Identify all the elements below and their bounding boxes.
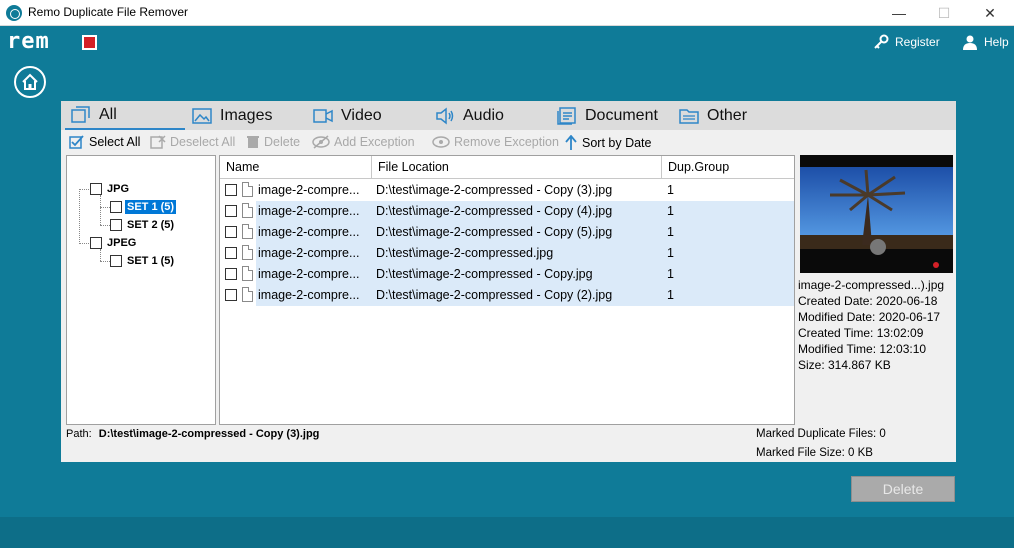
home-icon: [22, 73, 38, 90]
checkbox[interactable]: [110, 219, 122, 231]
tab-video-label: Video: [341, 106, 382, 124]
all-icon: [71, 105, 90, 123]
minimize-button[interactable]: —: [876, 0, 922, 26]
trash-icon: [247, 136, 259, 148]
path-bar: Path: D:\test\image-2-compressed - Copy …: [66, 428, 319, 440]
path-value: D:\test\image-2-compressed - Copy (3).jp…: [98, 428, 320, 440]
title-bar: Remo Duplicate File Remover — ☐ ✕: [0, 0, 1014, 26]
select-all-button[interactable]: Select All: [69, 135, 140, 149]
checkbox[interactable]: [90, 237, 102, 249]
tree-node-jpg-set-1[interactable]: SET 1 (5): [110, 200, 177, 214]
image-preview: [800, 155, 953, 273]
column-header-name[interactable]: Name: [220, 156, 372, 179]
row-checkbox[interactable]: [225, 205, 237, 217]
user-icon: [963, 35, 977, 50]
arrow-up-icon: [565, 135, 577, 150]
tab-all-label: All: [99, 105, 117, 123]
video-icon: [313, 108, 333, 123]
remo-logo: rem: [7, 29, 50, 54]
row-checkbox[interactable]: [225, 184, 237, 196]
table-row[interactable]: image-2-compre... D:\test\image-2-compre…: [220, 180, 794, 201]
tree-node-jpg[interactable]: JPG: [90, 182, 131, 196]
eye-off-icon: [312, 135, 330, 149]
logo-square-icon: [82, 35, 97, 50]
path-label: Path:: [66, 428, 92, 440]
checkbox[interactable]: [110, 201, 122, 213]
maximize-button[interactable]: ☐: [921, 0, 967, 26]
close-button[interactable]: ✕: [967, 0, 1013, 26]
table-row[interactable]: image-2-compre... D:\test\image-2-compre…: [220, 264, 794, 285]
tab-other-label: Other: [707, 106, 748, 124]
register-button[interactable]: Register: [873, 32, 940, 52]
register-label: Register: [895, 35, 940, 49]
checkbox[interactable]: [90, 183, 102, 195]
preview-modified-time: Modified Time: 12:03:10: [798, 342, 927, 356]
file-icon: [242, 266, 253, 281]
window-title: Remo Duplicate File Remover: [28, 5, 189, 19]
row-checkbox[interactable]: [225, 247, 237, 259]
table-row[interactable]: image-2-compre... D:\test\image-2-compre…: [220, 243, 794, 264]
table-row[interactable]: image-2-compre... D:\test\image-2-compre…: [220, 285, 794, 306]
marked-file-size: Marked File Size: 0 KB: [756, 447, 873, 459]
file-type-tree: JPG SET 1 (5) SET 2 (5) JPEG SET 1 (5): [66, 155, 216, 425]
tab-images-label: Images: [220, 106, 273, 124]
preview-modified-date: Modified Date: 2020-06-17: [798, 310, 941, 324]
main-panel: All Images Video Audio Document Other Se…: [61, 101, 956, 462]
sort-by-date-button[interactable]: Sort by Date: [564, 135, 651, 151]
tab-document[interactable]: Document: [557, 101, 658, 130]
help-label: Help: [984, 35, 1009, 49]
add-exception-button[interactable]: Add Exception: [312, 135, 415, 149]
key-icon: [874, 34, 889, 49]
column-header-location[interactable]: File Location: [372, 156, 662, 179]
tab-images[interactable]: Images: [192, 101, 272, 130]
tab-audio-label: Audio: [463, 106, 504, 124]
preview-created-date: Created Date: 2020-06-18: [798, 294, 938, 308]
table-row[interactable]: image-2-compre... D:\test\image-2-compre…: [220, 201, 794, 222]
file-icon: [242, 224, 253, 239]
tree-node-jpg-set-2[interactable]: SET 2 (5): [110, 218, 176, 232]
remove-exception-button[interactable]: Remove Exception: [432, 135, 559, 149]
preview-created-time: Created Time: 13:02:09: [798, 326, 924, 340]
audio-icon: [436, 106, 454, 125]
file-icon: [242, 203, 253, 218]
tree-node-jpeg-set-1[interactable]: SET 1 (5): [110, 254, 176, 268]
duplicate-files-table: Name File Location Dup.Group image-2-com…: [219, 155, 795, 425]
tab-document-label: Document: [585, 106, 658, 124]
tab-all[interactable]: All: [65, 101, 185, 130]
row-checkbox[interactable]: [225, 268, 237, 280]
help-button[interactable]: Help: [962, 32, 1009, 52]
tab-video[interactable]: Video: [313, 101, 382, 130]
toolbar: Select All Deselect All Delete Add Excep…: [61, 131, 956, 155]
preview-thumbnail: [800, 155, 953, 273]
file-icon: [242, 182, 253, 197]
preview-size: Size: 314.867 KB: [798, 358, 891, 372]
row-checkbox[interactable]: [225, 226, 237, 238]
tab-audio[interactable]: Audio: [435, 101, 504, 130]
home-button[interactable]: [14, 66, 46, 98]
tree-node-jpeg[interactable]: JPEG: [90, 236, 138, 250]
image-icon: [192, 107, 212, 124]
checkbox[interactable]: [110, 255, 122, 267]
eye-icon: [432, 136, 450, 148]
footer-bar: [0, 517, 1014, 548]
app-icon: [6, 5, 22, 21]
deselect-all-button[interactable]: Deselect All: [150, 135, 235, 149]
row-checkbox[interactable]: [225, 289, 237, 301]
delete-button[interactable]: Delete: [851, 476, 955, 502]
folder-icon: [679, 108, 699, 124]
document-icon: [557, 106, 576, 125]
app-header: rem Register Help: [0, 26, 1014, 58]
preview-filename: image-2-compressed...).jpg: [798, 278, 945, 292]
delete-toolbar-button[interactable]: Delete: [246, 135, 300, 149]
table-row[interactable]: image-2-compre... D:\test\image-2-compre…: [220, 222, 794, 243]
category-tabs: All Images Video Audio Document Other: [61, 101, 956, 130]
file-icon: [242, 287, 253, 302]
tab-other[interactable]: Other: [679, 101, 747, 130]
column-header-dup-group[interactable]: Dup.Group: [662, 156, 794, 179]
deselect-all-icon: [150, 135, 166, 149]
select-all-icon: [69, 135, 84, 149]
file-icon: [242, 245, 253, 260]
marked-duplicate-files: Marked Duplicate Files: 0: [756, 428, 886, 440]
